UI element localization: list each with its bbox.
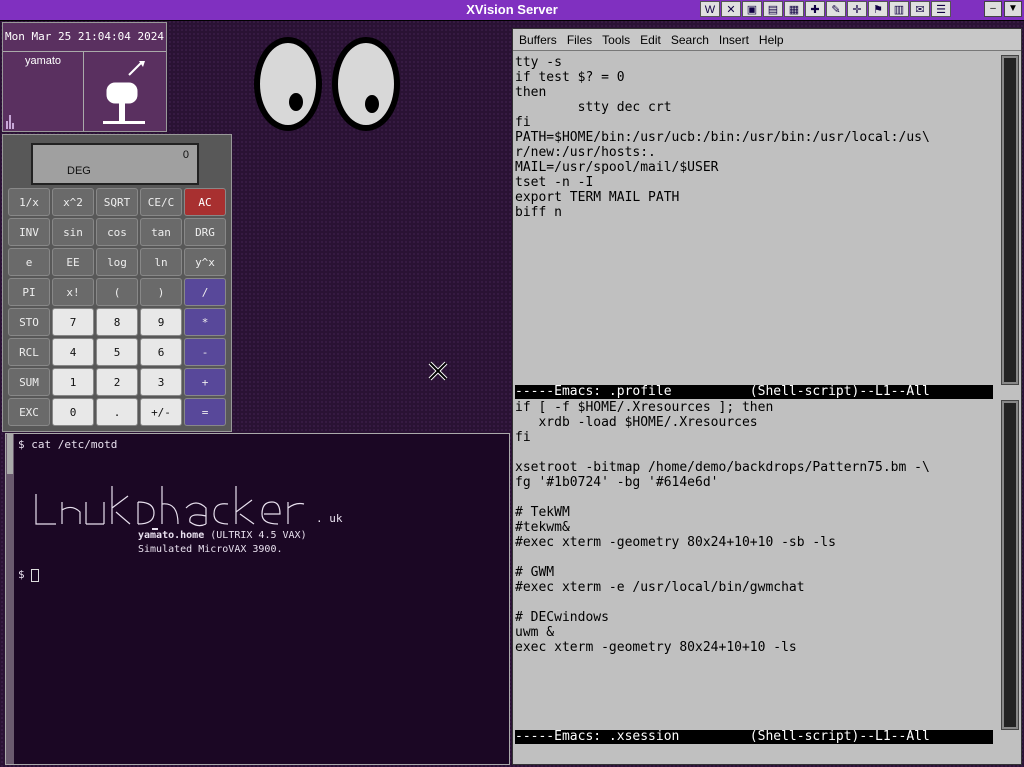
xterm-window[interactable]: $ cat /etc/motd . uk yamato.home (ULTRIX… xyxy=(5,433,510,765)
menu-item-tools[interactable]: Tools xyxy=(602,33,630,47)
motd-line1: yamato.home (ULTRIX 4.5 VAX) xyxy=(138,530,307,541)
modeline-profile: -----Emacs: .profile (Shell-script)--L1-… xyxy=(515,385,993,399)
angle-mode: DEG xyxy=(67,165,91,177)
menu-item-help[interactable]: Help xyxy=(759,33,784,47)
modeline-xsession: -----Emacs: .xsession (Shell-script)--L1… xyxy=(515,730,993,744)
calc-key[interactable]: +/- xyxy=(140,398,182,426)
calc-key[interactable]: tan xyxy=(140,218,182,246)
calc-key[interactable]: 9 xyxy=(140,308,182,336)
scrollbar-xsession[interactable] xyxy=(1001,400,1019,730)
calc-key[interactable]: 5 xyxy=(96,338,138,366)
menu-item-edit[interactable]: Edit xyxy=(640,33,661,47)
calc-key[interactable]: sin xyxy=(52,218,94,246)
xeyes-icon xyxy=(254,37,400,131)
calc-key[interactable]: x! xyxy=(52,278,94,306)
load-bars-icon xyxy=(6,115,14,129)
clock-datetime: Mon Mar 25 21:04:04 2024 xyxy=(3,23,166,52)
calc-key[interactable]: SUM xyxy=(8,368,50,396)
menu-item-files[interactable]: Files xyxy=(567,33,592,47)
emacs-menubar: Buffers Files Tools Edit Search Insert Help xyxy=(513,29,1021,51)
calc-key[interactable]: 2 xyxy=(96,368,138,396)
menu-item-search[interactable]: Search xyxy=(671,33,709,47)
toolbar-tool-icon[interactable]: ▦ xyxy=(784,1,804,17)
calc-key[interactable]: ln xyxy=(140,248,182,276)
toolbar-tool-icon[interactable]: ✛ xyxy=(847,1,867,17)
calc-key[interactable]: . xyxy=(96,398,138,426)
calc-key[interactable]: STO xyxy=(8,308,50,336)
toolbar-tool-icon[interactable]: ▥ xyxy=(889,1,909,17)
calc-key[interactable]: 1/x xyxy=(8,188,50,216)
window-controls: – ▼ xyxy=(984,1,1022,17)
calc-key[interactable]: 7 xyxy=(52,308,94,336)
calc-key[interactable]: / xyxy=(184,278,226,306)
calc-key[interactable]: + xyxy=(184,368,226,396)
emacs-window: Buffers Files Tools Edit Search Insert Help tt… xyxy=(512,28,1022,765)
toolbar-tool-icon[interactable]: ☰ xyxy=(931,1,951,17)
calc-key[interactable]: log xyxy=(96,248,138,276)
calc-key[interactable]: 6 xyxy=(140,338,182,366)
motd-os: (ULTRIX 4.5 VAX) xyxy=(204,530,307,541)
calc-key[interactable]: INV xyxy=(8,218,50,246)
motd-banner-art xyxy=(35,486,305,530)
calculator: DEG 0 1/x x^2 SQRT CE/C AC INV sin cos tan DRG e EE… xyxy=(2,134,232,432)
calc-key[interactable]: 0 xyxy=(52,398,94,426)
calc-key[interactable]: SQRT xyxy=(96,188,138,216)
xvision-titlebar: XVision Server W ✕ ▣ ▤ ▦ ✚ ✎ ✛ ⚑ ▥ ✉ ☰ – ▼ xyxy=(0,0,1024,21)
calc-key[interactable]: ) xyxy=(140,278,182,306)
user-panel: yamato xyxy=(3,52,84,131)
calc-key[interactable]: * xyxy=(184,308,226,336)
x-cursor-icon xyxy=(428,361,448,381)
username: yamato xyxy=(24,55,62,67)
toolbar-icons: W ✕ ▣ ▤ ▦ ✚ ✎ ✛ ⚑ ▥ ✉ ☰ xyxy=(700,1,951,17)
toolbar-tool-icon[interactable]: ⚑ xyxy=(868,1,888,17)
calc-key[interactable]: ( xyxy=(96,278,138,306)
mailbox-icon[interactable] xyxy=(85,53,165,129)
calc-key[interactable]: - xyxy=(184,338,226,366)
calc-key[interactable]: DRG xyxy=(184,218,226,246)
calc-key[interactable]: EE xyxy=(52,248,94,276)
toolbar-tool-icon[interactable]: ✎ xyxy=(826,1,846,17)
clock-panel: Mon Mar 25 21:04:04 2024 yamato xyxy=(2,22,167,132)
calc-key[interactable]: = xyxy=(184,398,226,426)
calc-key[interactable]: 3 xyxy=(140,368,182,396)
menu-item-buffers[interactable]: Buffers xyxy=(519,33,557,47)
shell-prompt[interactable]: $ xyxy=(18,568,40,582)
calc-key[interactable]: CE/C xyxy=(140,188,182,216)
calc-key[interactable]: 8 xyxy=(96,308,138,336)
calc-key[interactable]: e xyxy=(8,248,50,276)
toolbar-tool-icon[interactable]: ✕ xyxy=(721,1,741,17)
text-cursor xyxy=(31,568,40,582)
toolbar-tool-icon[interactable]: ▣ xyxy=(742,1,762,17)
motd-command: $ cat /etc/motd xyxy=(18,438,118,451)
calc-key[interactable]: 4 xyxy=(52,338,94,366)
motd-domain-suffix: . uk xyxy=(316,512,343,525)
toolbar-tool-icon[interactable]: ▤ xyxy=(763,1,783,17)
calc-key[interactable]: x^2 xyxy=(52,188,94,216)
calc-key[interactable]: AC xyxy=(184,188,226,216)
xterm-scrollbar[interactable] xyxy=(6,434,14,764)
calculator-display: DEG 0 xyxy=(31,143,199,185)
calc-key[interactable]: cos xyxy=(96,218,138,246)
toolbar-tool-icon[interactable]: W xyxy=(700,1,720,17)
menu-down-button[interactable]: ▼ xyxy=(1004,1,1022,17)
emacs-buffer-xsession[interactable]: if [ -f $HOME/.Xresources ]; then xrdb -… xyxy=(515,400,930,655)
calc-key[interactable]: RCL xyxy=(8,338,50,366)
calc-key[interactable]: y^x xyxy=(184,248,226,276)
motd-hostname: yamato.home xyxy=(138,530,205,541)
toolbar-tool-icon[interactable]: ✉ xyxy=(910,1,930,17)
motd-line2: Simulated MicroVAX 3900. xyxy=(138,544,283,555)
display-value: 0 xyxy=(182,149,189,161)
minimize-button[interactable]: – xyxy=(984,1,1002,17)
scrollbar-profile[interactable] xyxy=(1001,55,1019,385)
calc-key[interactable]: EXC xyxy=(8,398,50,426)
toolbar-tool-icon[interactable]: ✚ xyxy=(805,1,825,17)
calc-key[interactable]: PI xyxy=(8,278,50,306)
calc-key[interactable]: 1 xyxy=(52,368,94,396)
calculator-keypad: 1/x x^2 SQRT CE/C AC INV sin cos tan DRG e EE log ln y… xyxy=(8,188,230,426)
emacs-buffer-profile[interactable]: tty -s if test $? = 0 then stty dec crt … xyxy=(515,55,930,220)
menu-item-insert[interactable]: Insert xyxy=(719,33,749,47)
